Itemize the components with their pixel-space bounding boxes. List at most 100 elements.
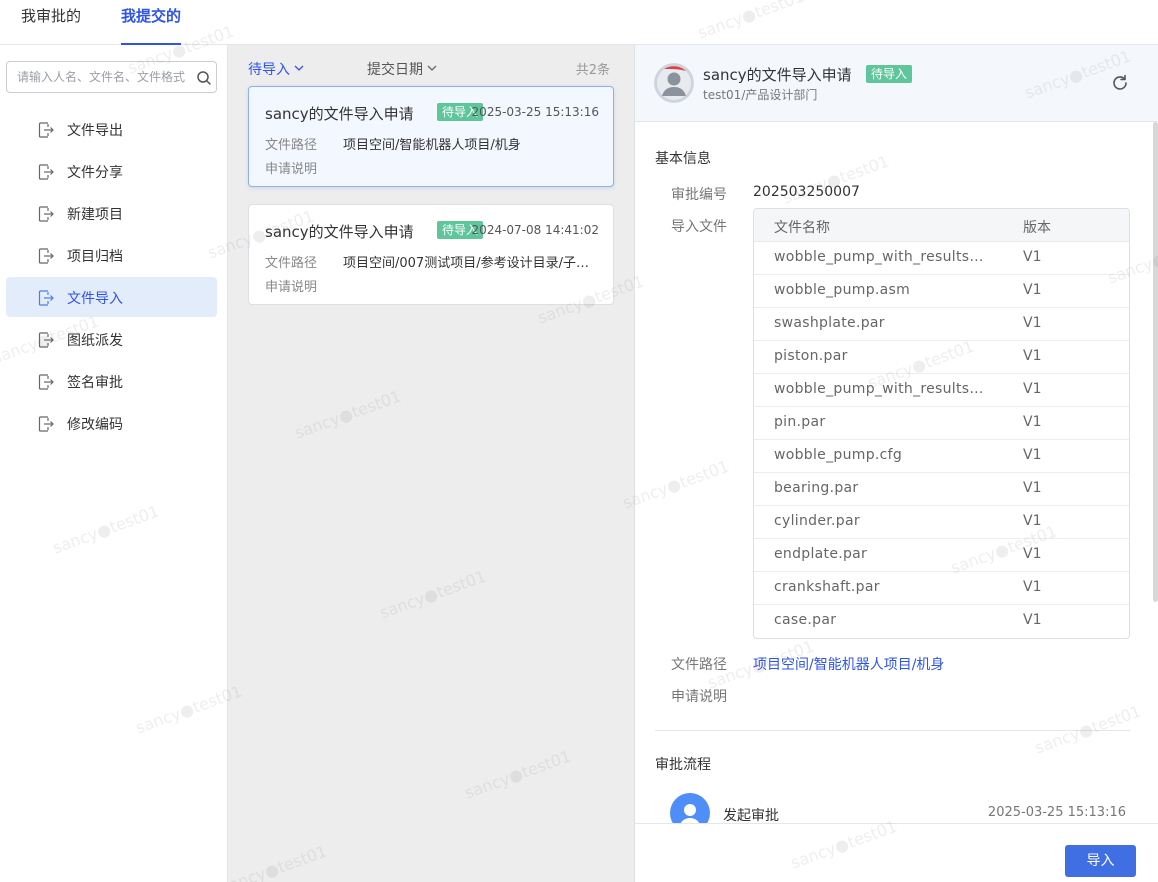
- table-row: bearing.par V1: [754, 473, 1129, 506]
- table-row: case.par V1: [754, 605, 1129, 638]
- user-avatar: [654, 63, 694, 103]
- detail-subtitle: test01/产品设计部门: [703, 88, 818, 102]
- file-name-cell: crankshaft.par: [774, 579, 880, 595]
- detail-scrollbar[interactable]: [1152, 122, 1158, 602]
- import-files-label: 导入文件: [671, 219, 727, 235]
- path-link[interactable]: 项目空间/智能机器人项目/机身: [753, 654, 944, 674]
- table-row: crankshaft.par V1: [754, 572, 1129, 605]
- sidebar-item-label: 文件导出: [67, 123, 123, 139]
- table-header: 文件名称 版本: [754, 209, 1129, 242]
- status-badge: 待导入: [866, 65, 913, 83]
- version-cell: V1: [1023, 579, 1042, 595]
- table-row: piston.par V1: [754, 341, 1129, 374]
- version-cell: V1: [1023, 414, 1042, 430]
- tab-my-approvals[interactable]: 我审批的: [21, 7, 81, 45]
- refresh-icon[interactable]: [1110, 73, 1130, 93]
- col-file-name: 文件名称: [774, 220, 830, 236]
- request-card[interactable]: sancy的文件导入申请 待导入 2024-07-08 14:41:02 文件路…: [248, 204, 614, 305]
- sidebar-item-label: 项目归档: [67, 249, 123, 265]
- version-cell: V1: [1023, 282, 1042, 298]
- file-name-cell: wobble_pump.cfg: [774, 447, 903, 463]
- version-cell: V1: [1023, 612, 1042, 628]
- sidebar-item-new-project[interactable]: 新建项目: [6, 193, 217, 233]
- file-name-cell: pin.par: [774, 414, 826, 430]
- sidebar-item-file-import[interactable]: 文件导入: [6, 277, 217, 317]
- table-row: swashplate.par V1: [754, 308, 1129, 341]
- total-count: 共2条: [575, 63, 610, 78]
- version-cell: V1: [1023, 447, 1042, 463]
- sidebar-item-signature-approval[interactable]: 签名审批: [6, 361, 217, 401]
- flow-step-label: 发起审批: [723, 808, 779, 824]
- sidebar-item-label: 图纸派发: [67, 333, 123, 349]
- import-button[interactable]: 导入: [1065, 845, 1136, 877]
- sidebar-item-label: 修改编码: [67, 417, 123, 433]
- version-cell: V1: [1023, 348, 1042, 364]
- search-icon[interactable]: [196, 70, 212, 86]
- version-cell: V1: [1023, 381, 1042, 397]
- file-name-cell: swashplate.par: [774, 315, 885, 331]
- version-cell: V1: [1023, 480, 1042, 496]
- sidebar-item-file-export[interactable]: 文件导出: [6, 109, 217, 149]
- detail-title: sancy的文件导入申请: [703, 66, 852, 84]
- table-row: wobble_pump_with_results.asm V1: [754, 242, 1129, 275]
- approval-no-label: 审批编号: [671, 187, 727, 203]
- file-name-cell: case.par: [774, 612, 837, 628]
- table-row: endplate.par V1: [754, 539, 1129, 572]
- file-arrow-icon: [38, 164, 54, 180]
- col-version: 版本: [1023, 220, 1051, 236]
- sidebar-item-label: 新建项目: [67, 207, 123, 223]
- sidebar-item-label: 文件分享: [67, 165, 123, 181]
- sidebar-item-modify-code[interactable]: 修改编码: [6, 403, 217, 443]
- sidebar-item-label: 文件导入: [67, 291, 123, 307]
- status-filter-label: 待导入: [248, 62, 290, 78]
- date-filter-label: 提交日期: [367, 62, 423, 78]
- file-arrow-icon: [38, 374, 54, 390]
- card-time: 2024-07-08 14:41:02: [471, 223, 599, 237]
- sidebar-item-project-archive[interactable]: 项目归档: [6, 235, 217, 275]
- file-arrow-icon: [38, 290, 54, 306]
- card-time: 2025-03-25 15:13:16: [471, 105, 599, 119]
- basic-info-title: 基本信息: [655, 151, 711, 167]
- card-path-label: 文件路径: [265, 256, 318, 271]
- card-desc-label: 申请说明: [265, 280, 318, 295]
- card-path-label: 文件路径: [265, 138, 318, 153]
- card-desc-row: 申请说明: [265, 158, 601, 177]
- table-row: wobble_pump_with_results.cfg V1: [754, 374, 1129, 407]
- file-arrow-icon: [38, 122, 54, 138]
- top-tab-bar: 我审批的 我提交的: [0, 0, 1158, 45]
- version-cell: V1: [1023, 315, 1042, 331]
- tab-my-submissions[interactable]: 我提交的: [121, 7, 182, 45]
- table-row: wobble_pump.cfg V1: [754, 440, 1129, 473]
- card-path-value: 项目空间/007测试项目/参考设计目录/子目录: [343, 256, 601, 271]
- file-name-cell: wobble_pump_with_results.asm: [774, 249, 984, 265]
- section-divider: [655, 730, 1130, 731]
- card-title: sancy的文件导入申请: [265, 223, 414, 241]
- file-name-cell: endplate.par: [774, 546, 868, 562]
- table-row: pin.par V1: [754, 407, 1129, 440]
- card-desc-row: 申请说明: [265, 276, 601, 295]
- date-filter-dropdown[interactable]: 提交日期: [367, 59, 437, 79]
- status-filter-dropdown[interactable]: 待导入: [248, 59, 304, 79]
- card-path-value: 项目空间/智能机器人项目/机身: [343, 138, 521, 153]
- file-name-cell: wobble_pump.asm: [774, 282, 911, 298]
- file-name-cell: bearing.par: [774, 480, 859, 496]
- detail-header: sancy的文件导入申请 待导入 test01/产品设计部门: [635, 45, 1158, 122]
- version-cell: V1: [1023, 546, 1042, 562]
- sidebar-item-drawing-dispatch[interactable]: 图纸派发: [6, 319, 217, 359]
- sidebar-item-file-share[interactable]: 文件分享: [6, 151, 217, 191]
- version-cell: V1: [1023, 249, 1042, 265]
- request-list-panel: 待导入 提交日期 共2条 sancy的文件导入申请 待导入 2025-03-25…: [228, 45, 635, 882]
- import-files-table: 文件名称 版本 wobble_pump_with_results.asm V1 w…: [753, 208, 1130, 639]
- request-card[interactable]: sancy的文件导入申请 待导入 2025-03-25 15:13:16 文件路…: [248, 86, 614, 187]
- file-arrow-icon: [38, 206, 54, 222]
- table-row: cylinder.par V1: [754, 506, 1129, 539]
- request-detail-panel: sancy的文件导入申请 待导入 test01/产品设计部门 基本信息 审批编号…: [635, 45, 1158, 882]
- file-name-cell: piston.par: [774, 348, 848, 364]
- sidebar-item-label: 签名审批: [67, 375, 123, 391]
- chevron-down-icon: [294, 65, 304, 71]
- file-name-cell: wobble_pump_with_results.cfg: [774, 381, 984, 397]
- file-arrow-icon: [38, 416, 54, 432]
- search-input[interactable]: [17, 62, 193, 92]
- desc-label: 申请说明: [671, 689, 727, 705]
- card-path-row: 文件路径 项目空间/智能机器人项目/机身: [265, 134, 601, 153]
